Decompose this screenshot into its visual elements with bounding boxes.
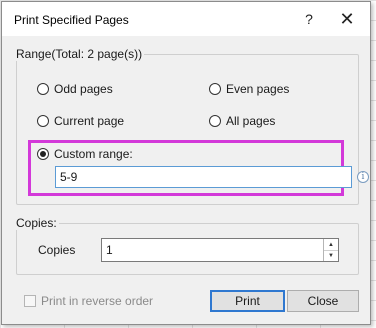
radio-label: Current page	[54, 114, 125, 128]
custom-range-input[interactable]: 5-9	[55, 166, 352, 188]
copies-label: Copies	[38, 243, 76, 257]
radio-label: Even pages	[226, 82, 290, 96]
radio-button-selected[interactable]	[37, 148, 49, 160]
radio-even-pages[interactable]: Even pages	[209, 82, 289, 96]
reverse-order-option[interactable]: Print in reverse order	[24, 294, 153, 308]
print-button[interactable]: Print	[210, 290, 285, 312]
radio-label: All pages	[226, 114, 276, 128]
help-icon[interactable]: ?	[296, 8, 322, 30]
print-specified-pages-dialog: Print Specified Pages ? ✕ Range(Total: 2…	[1, 1, 371, 325]
copies-spinbox[interactable]: 1 ▲ ▼	[101, 238, 339, 262]
close-button[interactable]: Close	[287, 290, 359, 312]
radio-button[interactable]	[37, 83, 49, 95]
dialog-title: Print Specified Pages	[14, 13, 129, 27]
chevron-down-icon[interactable]: ▼	[324, 250, 338, 261]
radio-current-page[interactable]: Current page	[37, 114, 124, 128]
radio-label: Custom range:	[54, 147, 133, 161]
radio-label: Odd pages	[54, 82, 113, 96]
info-icon[interactable]: i	[357, 171, 369, 183]
copies-group-label: Copies:	[14, 216, 59, 230]
radio-all-pages[interactable]: All pages	[209, 114, 275, 128]
close-icon[interactable]: ✕	[334, 8, 360, 30]
copies-value[interactable]: 1	[106, 243, 113, 257]
radio-custom-range[interactable]: Custom range:	[37, 147, 133, 161]
reverse-order-label: Print in reverse order	[41, 294, 154, 308]
range-group-label: Range(Total: 2 page(s))	[14, 47, 145, 61]
radio-odd-pages[interactable]: Odd pages	[37, 82, 113, 96]
title-bar: Print Specified Pages ? ✕	[2, 2, 370, 36]
radio-button[interactable]	[37, 115, 49, 127]
reverse-order-checkbox[interactable]	[24, 295, 36, 307]
spin-buttons: ▲ ▼	[323, 239, 338, 261]
radio-button[interactable]	[209, 83, 221, 95]
radio-button[interactable]	[209, 115, 221, 127]
